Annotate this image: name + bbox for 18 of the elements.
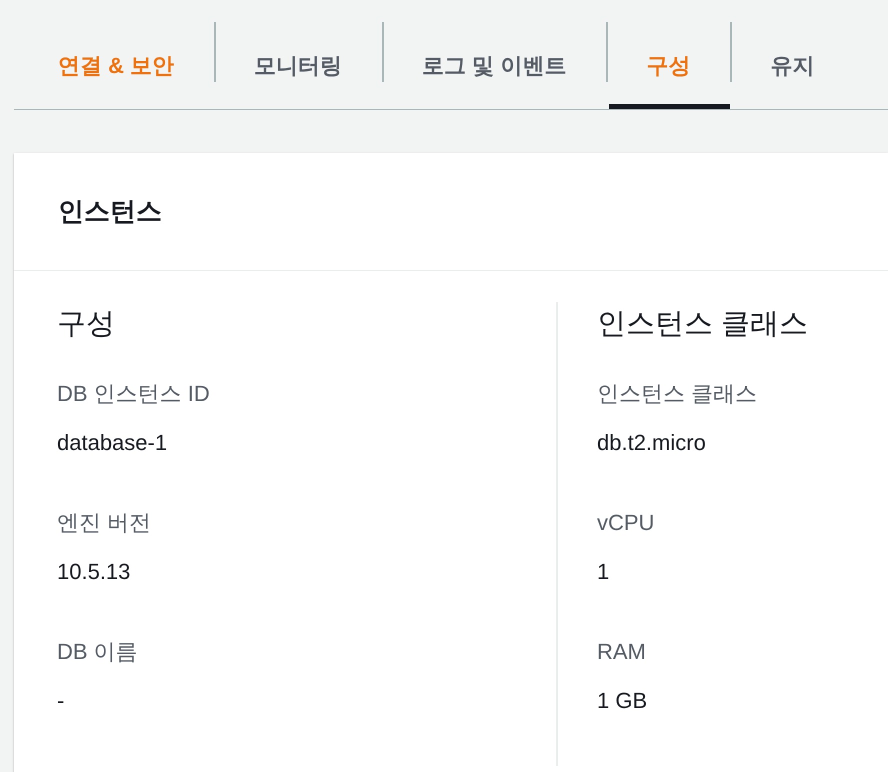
- field-label: vCPU: [597, 509, 656, 537]
- field-label: 엔진 버전: [57, 509, 152, 537]
- panel-title: 인스턴스: [58, 195, 162, 228]
- tab[interactable]: 모니터링: [214, 22, 382, 109]
- section-heading: 구성: [57, 307, 116, 342]
- field-value: 1: [597, 558, 610, 586]
- tab[interactable]: 로그 및 이벤트: [382, 22, 606, 109]
- field-value: 1 GB: [597, 687, 648, 715]
- field-value: database-1: [57, 429, 168, 457]
- field-label: 인스턴스 클래스: [597, 380, 758, 408]
- field-label: RAM: [597, 638, 647, 666]
- field-label: DB 인스턴스 ID: [57, 380, 211, 408]
- tab[interactable]: 유지: [730, 22, 854, 109]
- section-heading: 인스턴스 클래스: [597, 307, 810, 342]
- field-value: -: [57, 687, 66, 715]
- field-value: db.t2.micro: [597, 429, 707, 457]
- field-value: 10.5.13: [57, 558, 132, 586]
- field-label: DB 이름: [57, 638, 139, 666]
